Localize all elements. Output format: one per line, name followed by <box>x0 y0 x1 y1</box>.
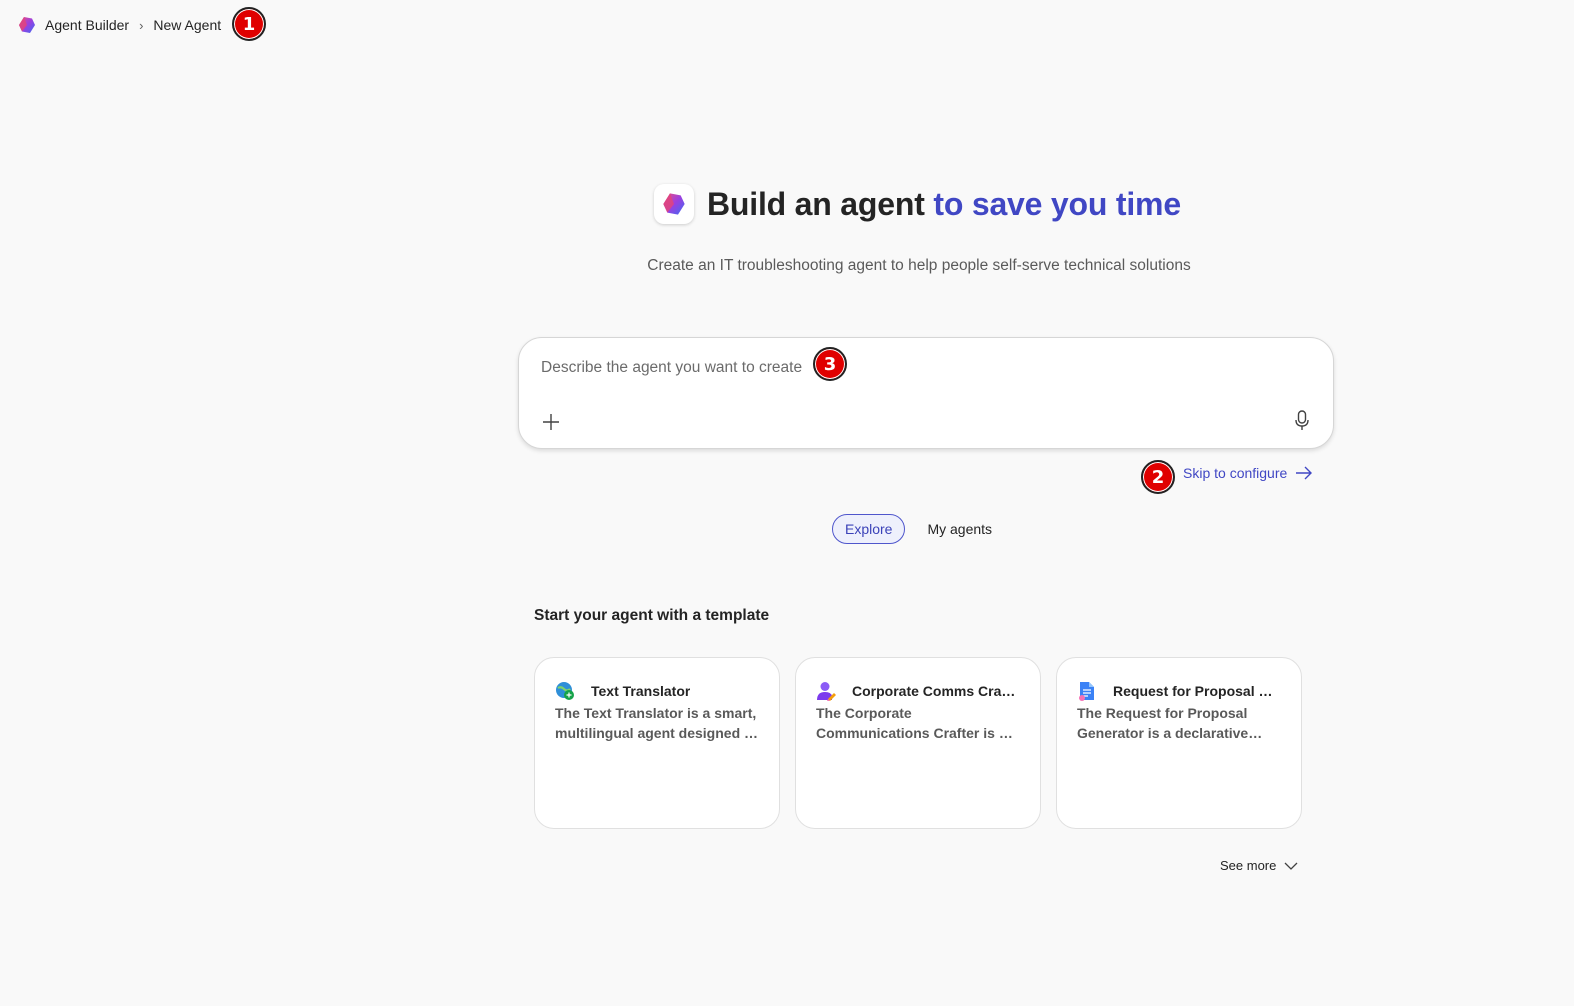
see-more-label: See more <box>1220 858 1277 873</box>
template-cards: Text Translator The Text Translator is a… <box>534 657 1317 829</box>
annotation-marker-2: 2 <box>1141 460 1175 494</box>
breadcrumb-separator: › <box>139 17 144 33</box>
arrow-right-icon <box>1296 466 1313 480</box>
template-card-title: Corporate Comms Crafter <box>852 683 1020 699</box>
template-card-title: Text Translator <box>591 683 691 699</box>
template-card-description: The Request for Proposal Generator is a … <box>1077 705 1249 741</box>
tab-my-agents[interactable]: My agents <box>915 514 1004 544</box>
hero-heading: Build an agent to save you time <box>654 184 1181 224</box>
agent-builder-logo-icon <box>18 16 36 34</box>
person-pen-icon <box>816 681 836 701</box>
breadcrumb-new-agent: New Agent <box>153 17 222 33</box>
see-more-button[interactable]: See more <box>1220 858 1298 873</box>
template-card-description: The Text Translator is a smart, multilin… <box>555 705 758 741</box>
add-button[interactable] <box>539 410 563 434</box>
plus-icon <box>543 414 559 430</box>
document-icon <box>1077 681 1097 701</box>
annotation-marker-1: 1 <box>232 7 266 41</box>
template-card-request-for-proposal[interactable]: Request for Proposal Generator The Reque… <box>1056 657 1302 829</box>
breadcrumb: Agent Builder › New Agent <box>18 14 221 36</box>
breadcrumb-agent-builder[interactable]: Agent Builder <box>45 17 129 33</box>
template-card-text-translator[interactable]: Text Translator The Text Translator is a… <box>534 657 780 829</box>
agent-builder-page: Agent Builder › New Agent 1 Build an age… <box>0 0 1574 1006</box>
agent-description-box <box>518 337 1334 449</box>
copilot-logo-icon <box>663 193 685 215</box>
tab-explore[interactable]: Explore <box>832 514 906 544</box>
templates-section-title: Start your agent with a template <box>534 607 770 624</box>
skip-to-configure-label: Skip to configure <box>1183 465 1288 481</box>
agent-tabs: Explore My agents <box>832 514 1004 544</box>
hero-logo <box>654 184 694 224</box>
template-card-corporate-comms-crafter[interactable]: Corporate Comms Crafter The Corporate Co… <box>795 657 1041 829</box>
page-subtitle: Create an IT troubleshooting agent to he… <box>647 257 1191 274</box>
template-card-description: The Corporate Communications Crafter is … <box>816 705 1007 741</box>
microphone-icon <box>1295 410 1309 430</box>
microphone-button[interactable] <box>1290 408 1314 434</box>
title-main: Build an agent <box>707 185 925 222</box>
agent-description-input[interactable] <box>539 356 1303 380</box>
annotation-marker-3: 3 <box>813 347 847 381</box>
chevron-down-icon <box>1284 862 1298 870</box>
page-title: Build an agent to save you time <box>707 186 1181 223</box>
skip-to-configure-link[interactable]: Skip to configure <box>1183 465 1313 481</box>
globe-translate-icon <box>555 681 575 701</box>
title-accent: to save you time <box>933 185 1181 222</box>
template-card-title: Request for Proposal Generator <box>1113 683 1281 699</box>
